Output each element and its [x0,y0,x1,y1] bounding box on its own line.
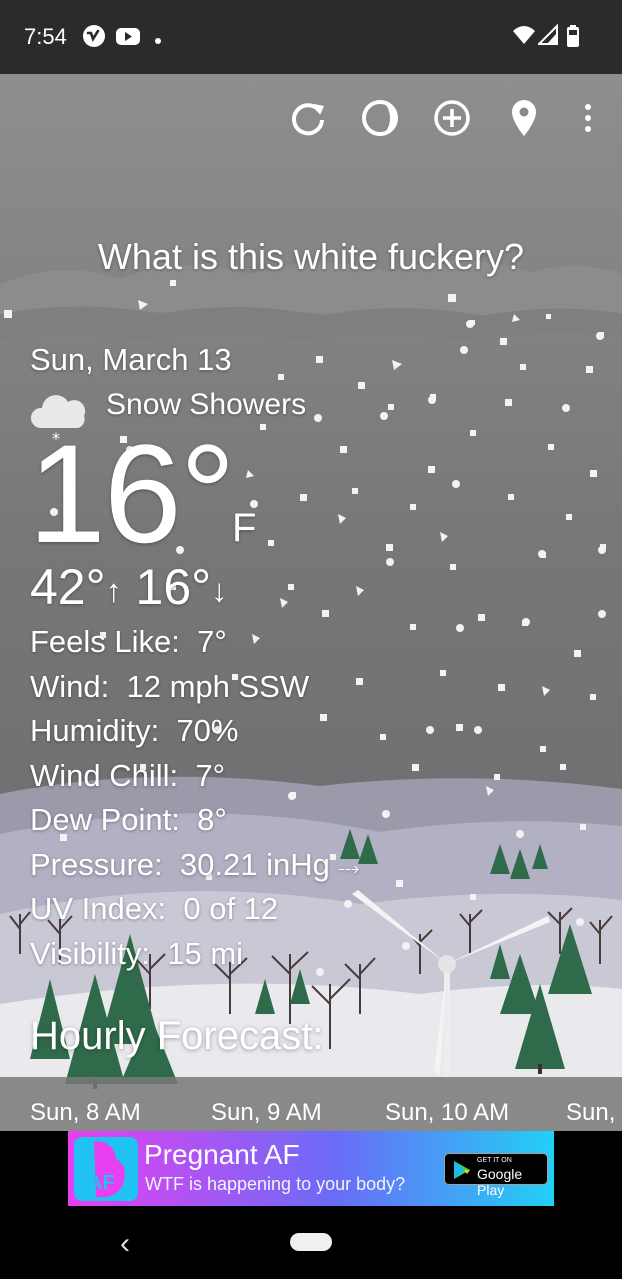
pressure-trend-icon: ⤏ [338,858,360,880]
detail-pressure: Pressure: 30.21 inHg ⤏ [30,847,360,882]
detail-visibility: Visibility: 15 mi [30,936,244,971]
status-bar: 7:54 [0,0,622,74]
vimeo-icon [82,24,106,53]
headline-quip: What is this white fuckery? [97,236,525,277]
more-vert-icon[interactable] [566,96,610,140]
dot-icon [154,32,162,50]
svg-text:AF: AF [88,1172,115,1194]
youtube-icon [115,24,141,53]
detail-uv-index: UV Index: 0 of 12 [30,891,279,926]
hourly-forecast-strip[interactable]: Sun, 8 AM Sun, 9 AM Sun, 10 AM Sun, [0,1077,622,1131]
low-temp: 16° [135,559,212,615]
ad-app-logo: AF [74,1137,138,1201]
down-arrow-icon: ↓ [211,572,228,609]
detail-dew-point: Dew Point: 8° [30,802,227,837]
weather-scene: What is this white fuckery? Sun, March 1… [0,74,622,1131]
up-arrow-icon: ↑ [105,572,122,609]
refresh-icon[interactable] [286,96,330,140]
wifi-icon [512,24,536,51]
hour-item[interactable]: Sun, 8 AM [30,1099,141,1127]
current-date: Sun, March 13 [30,342,232,377]
ad-banner[interactable]: AF Pregnant AF WTF is happening to your … [68,1131,554,1206]
theme-icon[interactable] [358,96,402,140]
hour-item[interactable]: Sun, 10 AM [385,1099,509,1127]
hour-item[interactable]: Sun, [566,1099,615,1127]
hourly-forecast-title: Hourly Forecast: [30,1014,324,1058]
signal-icon [536,23,558,51]
current-temperature: 16° [28,415,236,572]
high-temp: 42° [30,559,106,615]
temperature-unit: F [232,506,257,550]
detail-humidity: Humidity: 70% [30,713,239,748]
google-play-badge[interactable]: GET IT ON Google Play [444,1153,548,1198]
ad-title: Pregnant AF [144,1139,300,1170]
ad-area: AF Pregnant AF WTF is happening to your … [0,1131,622,1209]
hour-item[interactable]: Sun, 9 AM [211,1099,322,1127]
location-pin-icon[interactable] [502,96,546,140]
add-location-icon[interactable] [430,96,474,140]
battery-icon [566,24,580,53]
detail-feels-like: Feels Like: 7° [30,624,227,659]
navigation-bar: ‹ [0,1209,622,1279]
ad-subtitle: WTF is happening to your body? [145,1174,406,1194]
high-low: 42°↑ 16°↓ [30,558,227,616]
detail-wind: Wind: 12 mph SSW [30,669,310,704]
status-time: 7:54 [24,24,67,49]
back-icon[interactable]: ‹ [120,1227,130,1261]
detail-wind-chill: Wind Chill: 7° [30,758,226,793]
home-pill[interactable] [290,1233,332,1251]
google-play-icon [454,1161,470,1179]
